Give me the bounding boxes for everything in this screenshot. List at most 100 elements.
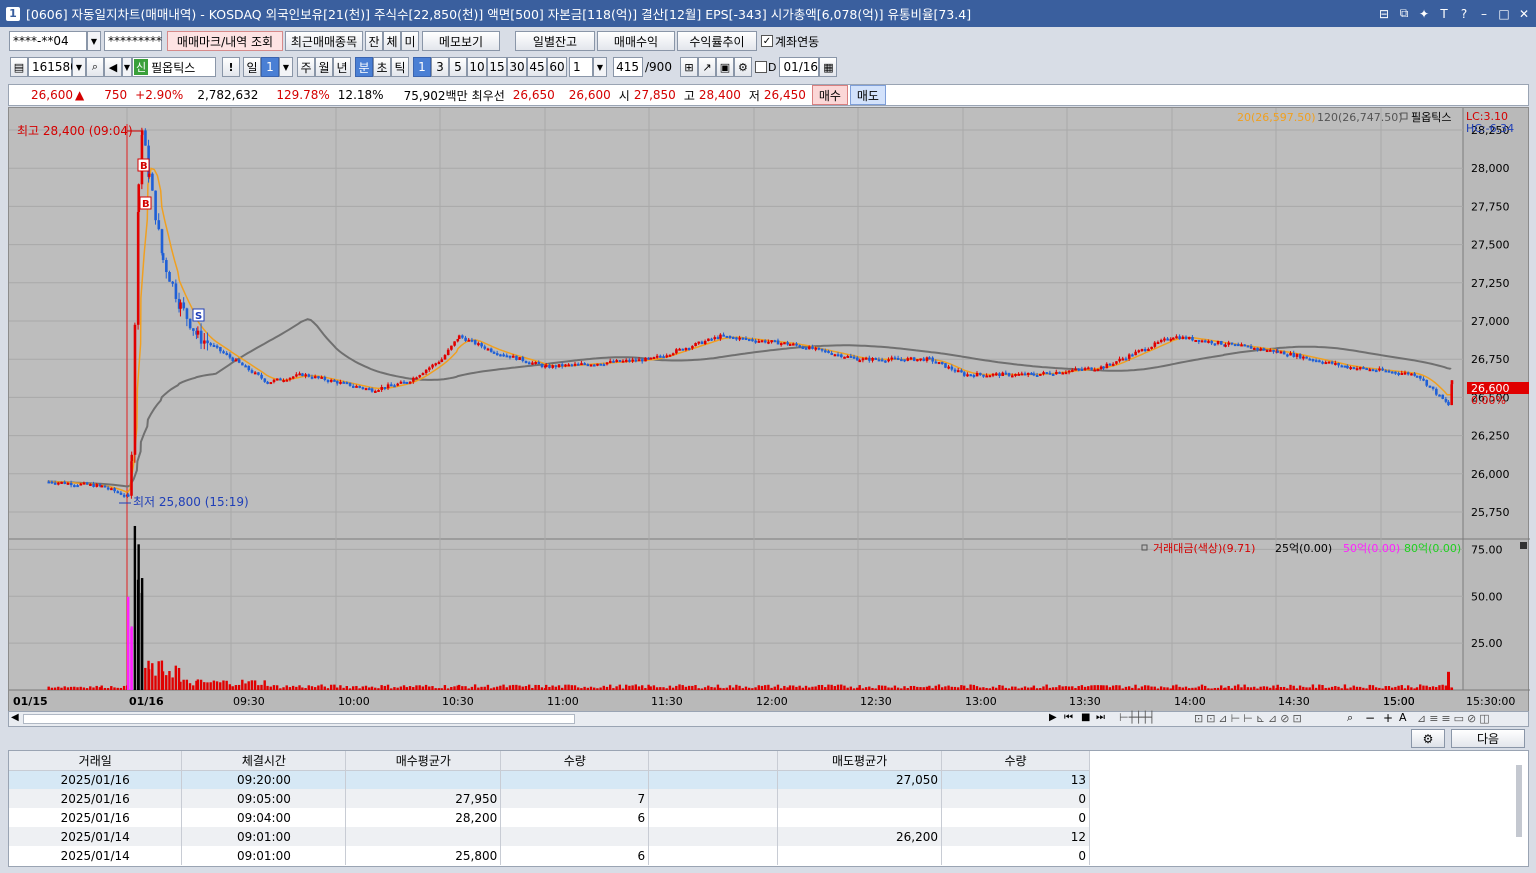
interval-30[interactable]: 30 [507,57,527,77]
recent-stocks-button[interactable]: 최근매매종목 [285,31,363,51]
sound-icon[interactable]: ◀ [104,57,122,77]
candle-body [577,363,580,366]
zoom-search-icon[interactable]: ⌕ [1347,711,1353,725]
account-input[interactable]: ****-**04 [9,31,87,51]
stock-code-input[interactable]: 161580 [28,57,78,77]
rewind-icon[interactable]: ⏮ [1064,712,1073,723]
scroll-thumb[interactable] [23,714,575,724]
chart-area[interactable]: 28,250 28,000 27,750 27,500 27,250 27,000 26,7… [8,107,1530,713]
account-dropdown-icon[interactable]: ▼ [87,31,101,51]
d-checkbox[interactable] [754,61,767,73]
day-num-dropdown-icon[interactable]: ▼ [279,57,293,77]
trade-mark-query-button[interactable]: 매매마크/내역 조회 [167,31,283,51]
account-link-toggle[interactable]: ✓ 계좌연동 [761,33,819,50]
table-row[interactable]: 2025/01/14 09:01:00 26,200 12 [9,827,1090,846]
table-row[interactable]: 2025/01/14 09:01:00 25,800 6 0 [9,846,1090,865]
play-icon[interactable]: ▶ [1049,712,1057,723]
buy-button[interactable]: 매수 [811,85,848,105]
volume-bar [1055,687,1058,690]
scroll-left-icon[interactable]: ◀ [11,712,19,723]
volume-bar [665,688,668,690]
layout-icon[interactable]: ⊟ [1378,7,1390,21]
daily-balance-button[interactable]: 일별잔고 [515,31,595,51]
save-icon[interactable]: ▣ [715,57,734,77]
settings-icon[interactable]: ⚙ [733,57,752,77]
volume-bar [1349,687,1352,690]
period-second-button[interactable]: 초 [373,57,391,77]
interval-15[interactable]: 15 [487,57,507,77]
memo-button[interactable]: 메모보기 [422,31,500,51]
password-input[interactable]: ********* [104,31,162,51]
volume-bar [1105,685,1108,690]
trade-profit-button[interactable]: 매매수익 [597,31,675,51]
sound-dropdown-icon[interactable]: ▼ [122,57,132,77]
table-row[interactable]: 2025/01/16 09:20:00 27,050 13 [9,770,1090,789]
table-settings-icon[interactable]: ⚙ [1411,729,1445,748]
search-icon[interactable]: ⌕ [86,57,104,77]
code-dropdown-icon[interactable]: ▼ [72,57,86,77]
stock-list-icon[interactable]: ▤ [10,57,28,77]
volume-bar [358,688,361,690]
interval-dropdown-icon[interactable]: ▼ [593,57,607,77]
font-icon[interactable]: T [1438,7,1450,21]
candle-body [1169,338,1173,341]
interval-3[interactable]: 3 [431,57,449,77]
price-volume-chart[interactable]: 28,25028,00027,75027,50027,25027,00026,7… [9,108,1530,713]
close-icon[interactable]: ✕ [1518,7,1530,21]
text-tool-icon[interactable]: A [1399,711,1407,724]
table-row[interactable]: 2025/01/16 09:04:00 28,200 6 0 [9,808,1090,827]
col-sell-qty[interactable]: 수량 [941,751,1090,771]
minimize-icon[interactable]: – [1478,7,1490,21]
candle-body [874,357,878,360]
col-buy-qty[interactable]: 수량 [500,751,650,771]
period-tick-button[interactable]: 틱 [391,57,409,77]
copy-window-icon[interactable]: ⧉ [1398,6,1410,21]
executed-button[interactable]: 체 [383,31,401,51]
interval-60[interactable]: 60 [547,57,567,77]
table-row[interactable]: 2025/01/16 09:05:00 27,950 7 0 [9,789,1090,808]
interval-value-input[interactable]: 1 [569,57,593,77]
period-minute-button[interactable]: 분 [355,57,373,77]
volume-bar [116,687,119,690]
calendar-icon[interactable]: ▦ [819,57,838,77]
stop-icon[interactable]: ■ [1081,712,1090,723]
volume-bar [644,687,647,690]
balance-button[interactable]: 잔 [365,31,383,51]
interval-10[interactable]: 10 [467,57,487,77]
col-exec-time[interactable]: 체결시간 [181,751,347,771]
draw-tools-icon[interactable]: ⊡⊡⊿⊢⊢⊾⊿⊘⊡ [1194,712,1305,725]
extra-tools-icon[interactable]: ⊿≡≡▭⊘◫ [1417,712,1493,725]
checkbox-icon[interactable]: ✓ [761,35,773,47]
interval-1[interactable]: 1 [413,57,431,77]
chart-type-icon[interactable]: ⊞ [679,57,698,77]
interval-45[interactable]: 45 [527,57,547,77]
maximize-icon[interactable]: □ [1498,7,1510,21]
date-input[interactable]: 01/16 [779,57,820,77]
zoom-out-icon[interactable]: − [1365,711,1375,725]
chart-scrollbar[interactable]: ◀ ▶ ⏮ ■ ⏭ ⊢┼┼┼┤ ⊡⊡⊿⊢⊢⊾⊿⊘⊡ ⌕ − + A ⊿≡≡▭⊘◫ [8,711,1529,727]
col-buy-avg[interactable]: 매수평균가 [345,751,502,771]
help-icon[interactable]: ? [1458,7,1470,21]
pin-icon[interactable]: ✦ [1418,7,1430,21]
table-scrollbar[interactable] [1516,765,1522,837]
alert-button[interactable]: ! [222,57,240,77]
zoom-slider-icon[interactable]: ⊢┼┼┼┤ [1119,711,1155,724]
profit-trend-button[interactable]: 수익률추이 [677,31,757,51]
period-day-button[interactable]: 일 [243,57,261,77]
fast-forward-icon[interactable]: ⏭ [1096,712,1105,723]
interval-5[interactable]: 5 [449,57,467,77]
draw-tool-icon[interactable]: ↗ [697,57,716,77]
sell-button[interactable]: 매도 [849,85,886,105]
next-button[interactable]: 다음 [1451,729,1525,748]
day-num-input[interactable]: 1 [261,57,279,77]
period-year-button[interactable]: 년 [333,57,351,77]
period-week-button[interactable]: 주 [297,57,315,77]
volume-bar [801,687,805,690]
count-input[interactable]: 415 [613,57,643,77]
zoom-in-icon[interactable]: + [1383,711,1393,725]
col-trade-date[interactable]: 거래일 [9,751,183,771]
period-month-button[interactable]: 월 [315,57,333,77]
candle-body [1166,338,1169,341]
col-sell-avg[interactable]: 매도평균가 [777,751,943,771]
unexecuted-button[interactable]: 미 [401,31,419,51]
